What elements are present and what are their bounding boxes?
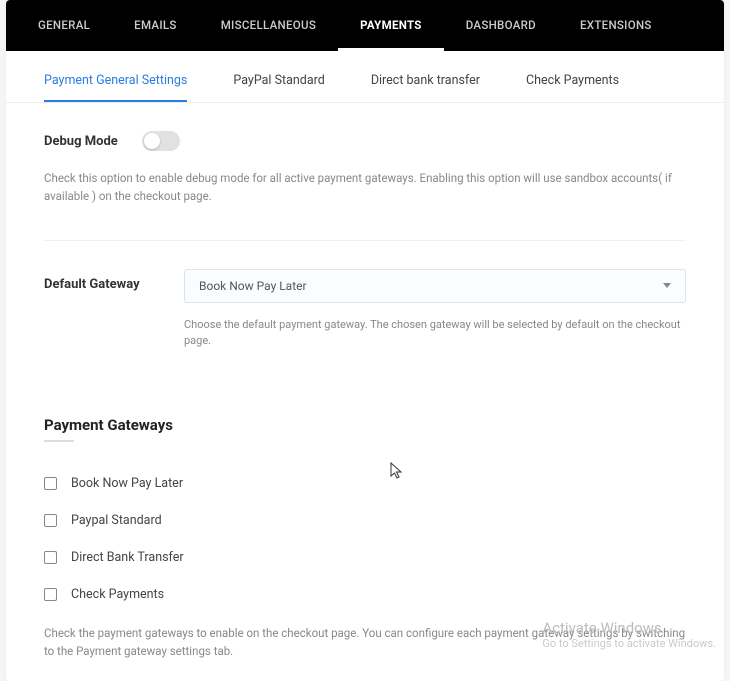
- debug-mode-toggle[interactable]: [142, 131, 180, 151]
- payment-gateways-title: Payment Gateways: [44, 416, 686, 434]
- gateways-help: Check the payment gateways to enable on …: [44, 624, 686, 661]
- checkbox[interactable]: [44, 588, 57, 601]
- tab-dashboard[interactable]: DASHBOARD: [444, 0, 558, 51]
- gateway-label: Paypal Standard: [71, 513, 162, 528]
- checkbox[interactable]: [44, 514, 57, 527]
- tab-miscellaneous[interactable]: MISCELLANEOUS: [199, 0, 338, 51]
- gateway-paypal-standard[interactable]: Paypal Standard: [44, 513, 686, 528]
- gateway-label: Direct Bank Transfer: [71, 550, 184, 565]
- default-gateway-help: Choose the default payment gateway. The …: [184, 317, 686, 350]
- subtab-general-settings[interactable]: Payment General Settings: [44, 51, 187, 102]
- debug-mode-help: Check this option to enable debug mode f…: [44, 169, 686, 206]
- gateway-check-payments[interactable]: Check Payments: [44, 587, 686, 602]
- gateway-direct-bank-transfer[interactable]: Direct Bank Transfer: [44, 550, 686, 565]
- title-underline: [44, 440, 74, 442]
- debug-mode-label: Debug Mode: [44, 134, 118, 149]
- tab-extensions[interactable]: EXTENSIONS: [558, 0, 674, 51]
- gateway-label: Book Now Pay Later: [71, 476, 183, 491]
- checkbox[interactable]: [44, 551, 57, 564]
- sub-nav: Payment General Settings PayPal Standard…: [6, 51, 724, 103]
- default-gateway-value: Book Now Pay Later: [199, 279, 307, 293]
- subtab-direct-bank[interactable]: Direct bank transfer: [371, 51, 480, 102]
- checkbox[interactable]: [44, 477, 57, 490]
- default-gateway-label: Default Gateway: [44, 269, 184, 292]
- subtab-check-payments[interactable]: Check Payments: [526, 51, 619, 102]
- default-gateway-select[interactable]: Book Now Pay Later: [184, 269, 686, 303]
- gateway-label: Check Payments: [71, 587, 164, 602]
- divider: [44, 240, 686, 241]
- tab-payments[interactable]: PAYMENTS: [338, 0, 444, 51]
- top-nav: GENERAL EMAILS MISCELLANEOUS PAYMENTS DA…: [6, 0, 724, 51]
- chevron-down-icon: [663, 283, 671, 288]
- toggle-knob: [144, 133, 160, 149]
- tab-emails[interactable]: EMAILS: [112, 0, 199, 51]
- subtab-paypal-standard[interactable]: PayPal Standard: [233, 51, 324, 102]
- tab-general[interactable]: GENERAL: [16, 0, 112, 51]
- gateway-book-now-pay-later[interactable]: Book Now Pay Later: [44, 476, 686, 491]
